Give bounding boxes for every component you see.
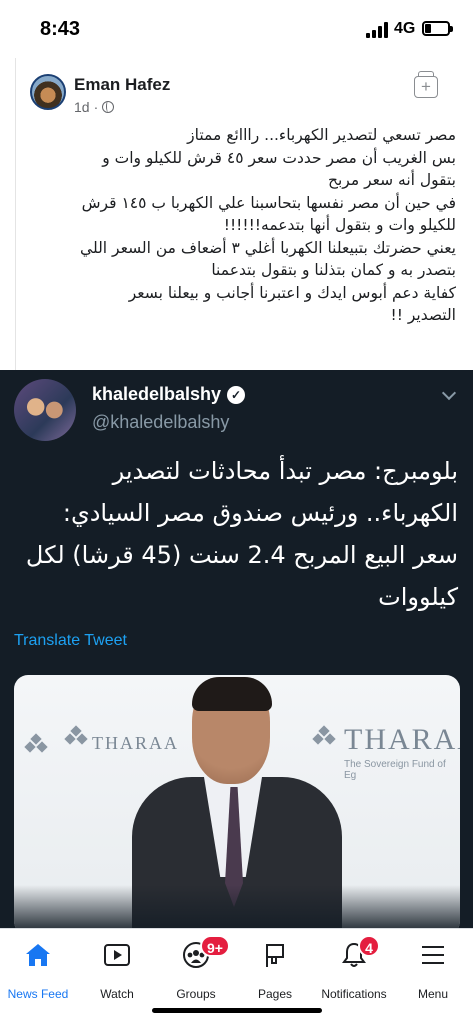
tweet-text-line: الكهرباء.. ورئيس صندوق مصر السيادي: (62, 499, 458, 527)
tweet-text-line: سعر البيع المربح 2.4 سنت (45 قرشا) لكل (25, 541, 458, 569)
network-type: 4G (394, 20, 416, 37)
tab-label: Watch (100, 987, 134, 1001)
status-bar: 8:43 4G (0, 0, 473, 58)
tweet-photo: THARAA THARAA The Sovereign Fund of Eg (14, 675, 460, 928)
tharaa-logo-large: THARAA (344, 723, 460, 756)
tharaa-logo-mark (312, 725, 336, 747)
globe-icon (102, 101, 115, 113)
tab-news-feed[interactable]: News Feed (0, 937, 78, 1001)
tharaa-logo-mark (24, 733, 48, 755)
notifications-badge: 4 (358, 935, 380, 957)
groups-badge: 9+ (200, 935, 230, 957)
tab-menu[interactable]: Menu (393, 937, 473, 1001)
photo-fade (14, 885, 460, 928)
author-avatar[interactable] (30, 74, 66, 110)
tab-label: News Feed (7, 987, 69, 1001)
tweet-author-label: khaledelbalshy (92, 384, 222, 404)
tweet-screenshot[interactable]: khaledelbalshy ✓ @khaledelbalshy بلومبرج… (0, 370, 473, 928)
feed-post: Eman Hafez 1d · + مصر تسعي لتصدير الكهرب… (15, 58, 473, 370)
chevron-down-icon (441, 385, 457, 401)
save-post-icon[interactable]: + (414, 71, 438, 98)
post-text-line: مصر تسعي لتصدير الكهرباء... رااائع ممتاز (187, 126, 456, 144)
home-indicator[interactable] (152, 1008, 322, 1013)
pages-flag-icon (266, 944, 284, 967)
tharaa-logo-subtitle: The Sovereign Fund of Eg (344, 759, 446, 781)
status-time: 8:43 (40, 18, 81, 40)
watch-icon (104, 944, 130, 966)
tweet-author-name: khaledelbalshy ✓ (92, 384, 246, 405)
post-time[interactable]: 1d (74, 99, 90, 115)
post-text-line: كفاية دعم أبوس ايدك و اعتبرنا أجانب و بي… (128, 283, 456, 302)
verified-icon: ✓ (227, 385, 246, 404)
post-text-line: بتصدر به و كمان بتذلنا و بتقول بتدعمنا (211, 261, 456, 279)
person-hair (192, 677, 272, 711)
post-text-line: بتقول أنه سعر مربح (327, 171, 456, 189)
post-text-line: للكيلو وات و بتقول أنها بتدعمه!!!!!! (223, 216, 456, 234)
tab-watch[interactable]: Watch (77, 937, 157, 1001)
post-text-line: التصدير !! (390, 306, 456, 324)
post-text-line: يعني حضرتك بتبيعلنا الكهربا أغلي ٣ أضعاف… (80, 238, 456, 257)
tweet-avatar (14, 379, 76, 441)
home-icon (26, 944, 50, 966)
post-text-line: في حين أن مصر نفسها بتحاسبنا علي الكهربا… (81, 193, 456, 212)
author-name[interactable]: Eman Hafez (74, 75, 170, 95)
tab-label: Notifications (321, 987, 387, 1001)
tharaa-logo-small: THARAA (92, 733, 179, 753)
menu-icon (422, 946, 444, 964)
tab-label: Pages (257, 987, 293, 1001)
translate-tweet-link: Translate Tweet (14, 632, 127, 649)
tweet-handle: @khaledelbalshy (92, 412, 230, 432)
post-text: مصر تسعي لتصدير الكهرباء... رااائع ممتاز… (26, 124, 456, 327)
tweet-text: بلومبرج: مصر تبدأ محادثات لتصدير الكهربا… (16, 450, 458, 618)
tab-pages[interactable]: Pages (235, 937, 315, 1001)
tweet-text-line: بلومبرج: مصر تبدأ محادثات لتصدير (112, 457, 458, 485)
post-meta: 1d · (74, 99, 115, 115)
tweet-text-line: كيلووات (378, 583, 458, 611)
signal-icon (366, 22, 388, 38)
battery-icon (422, 21, 453, 36)
tab-notifications[interactable]: 4 Notifications (314, 935, 394, 1001)
tab-label: Menu (417, 987, 449, 1001)
tharaa-logo-mark (64, 725, 88, 747)
post-text-line: بس الغريب أن مصر حددت سعر ٤٥ قرش للكيلو … (102, 148, 456, 167)
tab-groups[interactable]: 9+ Groups (156, 935, 236, 1001)
tab-label: Groups (176, 987, 216, 1001)
